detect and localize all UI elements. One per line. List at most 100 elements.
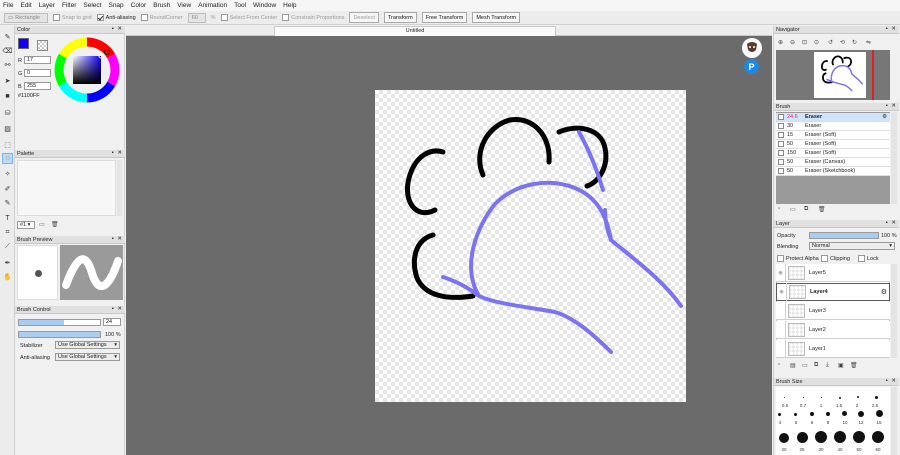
brush-item[interactable]: 150 Eraser (Soft) (776, 149, 890, 158)
secondary-color-swatch[interactable] (37, 40, 48, 51)
protect-alpha-toggle[interactable]: Protect Alpha (777, 255, 819, 262)
select-center-checkbox[interactable] (220, 14, 228, 21)
brush-list-scrollbar[interactable] (891, 112, 897, 204)
rotate-left-icon[interactable]: ↺ (828, 39, 833, 46)
panel-menu-close-icon[interactable]: ▪ ✕ (886, 220, 897, 226)
panel-menu-close-icon[interactable]: ▪ ✕ (112, 306, 123, 312)
size-preset-dot[interactable] (810, 412, 814, 416)
menu-window[interactable]: Window (253, 2, 276, 9)
visibility-eye-icon[interactable] (776, 339, 786, 358)
size-preset-dot[interactable] (821, 397, 822, 398)
brush-item[interactable]: 50 Eraser (Sketchbook) (776, 167, 890, 176)
size-preset-dot[interactable] (875, 396, 878, 399)
frame-divider-tool-icon[interactable]: ⌗ (3, 228, 12, 237)
brush-item[interactable]: 50 Eraser (Canvas) (776, 158, 890, 167)
layer-list-scrollbar[interactable] (891, 264, 897, 358)
brush-size-slider[interactable] (18, 319, 101, 326)
color-wheel[interactable] (54, 37, 120, 103)
brush-opacity-slider[interactable] (18, 331, 101, 338)
zoom-actual-icon[interactable]: ⊙ (814, 39, 819, 46)
bucket-tool-icon[interactable]: ⛁ (3, 108, 12, 117)
anti-aliasing-checkbox[interactable] (96, 14, 104, 21)
copy-brush-icon[interactable]: ⧉ (804, 206, 808, 213)
g-value-input[interactable]: 0 (24, 69, 51, 77)
size-preset-dot[interactable] (784, 397, 785, 398)
fill-rect-tool-icon[interactable]: ■ (3, 92, 12, 101)
brush-antialias-select[interactable]: Use Global Settings ▾ (55, 353, 120, 361)
brush-checkbox[interactable] (778, 132, 784, 138)
zoom-in-icon[interactable]: ⊕ (778, 39, 783, 46)
size-preset-dot[interactable] (815, 431, 827, 443)
size-preset-dot[interactable] (872, 431, 884, 443)
brush-item[interactable]: 30 Eraser (776, 122, 890, 131)
new-vector-layer-icon[interactable]: ▤ (790, 362, 796, 369)
protect-alpha-checkbox[interactable] (777, 255, 784, 262)
transform-button[interactable]: Transform (383, 12, 417, 23)
hand-tool-icon[interactable]: ✋ (3, 272, 12, 281)
visibility-eye-icon[interactable] (776, 320, 786, 339)
size-preset-dot[interactable] (778, 413, 781, 416)
snap-to-grid-toggle[interactable]: Snap to grid (53, 14, 92, 21)
navigator-preview[interactable] (776, 50, 890, 100)
new-layer-icon[interactable]: ▫ (778, 362, 780, 368)
menu-filter[interactable]: Filter (62, 2, 76, 9)
brush-item[interactable]: 15 Eraser (Soft) (776, 131, 890, 140)
anti-aliasing-toggle[interactable]: Anti-aliasing (96, 14, 136, 21)
panel-menu-close-icon[interactable]: ▪ ✕ (112, 150, 123, 156)
brush-size-input[interactable]: 24 (103, 318, 121, 326)
text-tool-icon[interactable]: T (3, 214, 12, 223)
size-preset-dot[interactable] (794, 413, 797, 416)
round-corner-checkbox[interactable] (140, 14, 148, 21)
rotate-right-icon[interactable]: ↻ (852, 39, 857, 46)
layer-row-selected[interactable]: ◉ Layer4 ⚙ (776, 283, 890, 301)
size-preset-dot[interactable] (857, 396, 859, 398)
size-preset-dot[interactable] (779, 433, 789, 443)
brush-checkbox[interactable] (778, 159, 784, 165)
menu-layer[interactable]: Layer (39, 2, 55, 9)
menu-color[interactable]: Color (131, 2, 147, 9)
flip-horizontal-icon[interactable]: ⇋ (866, 39, 871, 46)
menu-tool[interactable]: Tool (234, 2, 246, 9)
free-transform-button[interactable]: Free Transform (421, 12, 468, 23)
constrain-checkbox[interactable] (282, 14, 290, 21)
size-preset-dot[interactable] (853, 431, 865, 443)
eyedropper-tool-icon[interactable]: ✒ (3, 258, 12, 267)
lasso-tool-icon[interactable]: ◌ (2, 153, 13, 164)
primary-color-swatch[interactable] (18, 38, 29, 49)
menu-animation[interactable]: Animation (198, 2, 227, 9)
zoom-out-icon[interactable]: ⊖ (790, 39, 795, 46)
constrain-toggle[interactable]: Constrain Proportions (282, 14, 344, 21)
size-preset-dot[interactable] (839, 397, 841, 399)
patreon-icon[interactable]: P (744, 59, 759, 74)
brush-folder-icon[interactable]: ▭ (790, 206, 796, 213)
size-preset-dot[interactable] (834, 431, 846, 443)
gradient-tool-icon[interactable]: ▨ (3, 124, 12, 133)
visibility-eye-icon[interactable]: ◉ (776, 263, 786, 282)
panel-menu-close-icon[interactable]: ▪ ✕ (886, 378, 897, 384)
snap-checkbox[interactable] (53, 14, 60, 21)
document-tab[interactable]: Untitled (274, 26, 556, 36)
brush-checkbox[interactable] (778, 123, 784, 129)
menu-help[interactable]: Help (283, 2, 296, 9)
brush-size-scrollbar[interactable] (891, 387, 897, 455)
gear-icon[interactable]: ⚙ (882, 114, 887, 120)
rotate-reset-icon[interactable]: ⟲ (840, 39, 845, 46)
move-tool-icon[interactable]: ➤ (3, 76, 12, 85)
brush-checkbox[interactable] (778, 150, 784, 156)
size-preset-dot[interactable] (876, 410, 883, 417)
menu-edit[interactable]: Edit (20, 2, 31, 9)
brush-checkbox[interactable] (778, 168, 784, 174)
layer-row[interactable]: Layer2 (776, 320, 890, 339)
blending-select[interactable]: Normal ▾ (809, 242, 895, 250)
menu-file[interactable]: File (3, 2, 13, 9)
drawing-canvas[interactable] (375, 90, 686, 402)
lock-toggle[interactable]: Lock (858, 255, 879, 262)
select-pen-tool-icon[interactable]: ✐ (3, 184, 12, 193)
symmetry-tool-icon[interactable]: ⚯ (3, 60, 12, 69)
clipping-checkbox[interactable] (821, 255, 828, 262)
pen-tool-icon[interactable]: ✎ (3, 32, 12, 41)
r-value-input[interactable]: 17 (24, 56, 51, 64)
rect-select-tool-icon[interactable]: ⬚ (3, 140, 12, 149)
size-preset-dot[interactable] (858, 411, 864, 417)
new-folder-icon[interactable]: ▭ (802, 362, 808, 369)
